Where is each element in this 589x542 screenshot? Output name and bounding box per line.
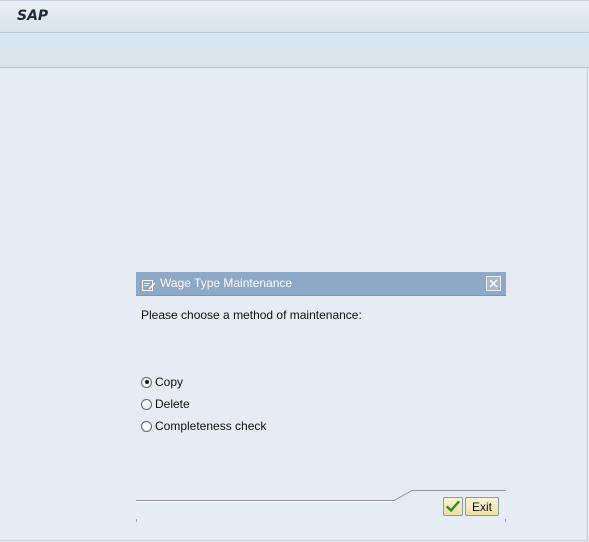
radio-copy[interactable] bbox=[141, 376, 152, 388]
dialog-title: Wage Type Maintenance bbox=[160, 276, 293, 290]
checkmark-icon bbox=[446, 500, 460, 512]
option-delete-label: Delete bbox=[155, 397, 190, 411]
dialog-edit-icon bbox=[142, 277, 156, 291]
title-bar: SAP bbox=[0, 0, 589, 33]
option-completeness-check-label: Completeness check bbox=[155, 419, 267, 433]
application-toolbar bbox=[0, 34, 589, 68]
close-icon bbox=[489, 279, 498, 288]
app-title: SAP bbox=[17, 8, 49, 24]
radio-delete[interactable] bbox=[141, 398, 152, 410]
wage-type-maintenance-dialog: Wage Type Maintenance Please choose a me… bbox=[136, 272, 506, 524]
dialog-header: Wage Type Maintenance bbox=[136, 272, 506, 296]
option-copy-label: Copy bbox=[155, 375, 184, 389]
option-copy[interactable]: Copy bbox=[141, 374, 183, 390]
close-button[interactable] bbox=[486, 276, 501, 291]
exit-button[interactable]: Exit bbox=[465, 497, 499, 516]
confirm-button[interactable] bbox=[443, 497, 463, 516]
option-delete[interactable]: Delete bbox=[141, 396, 190, 412]
radio-completeness-check[interactable] bbox=[141, 420, 152, 432]
option-completeness-check[interactable]: Completeness check bbox=[141, 418, 266, 434]
dialog-prompt: Please choose a method of maintenance: bbox=[141, 308, 362, 322]
dialog-body: Please choose a method of maintenance: C… bbox=[136, 296, 506, 524]
